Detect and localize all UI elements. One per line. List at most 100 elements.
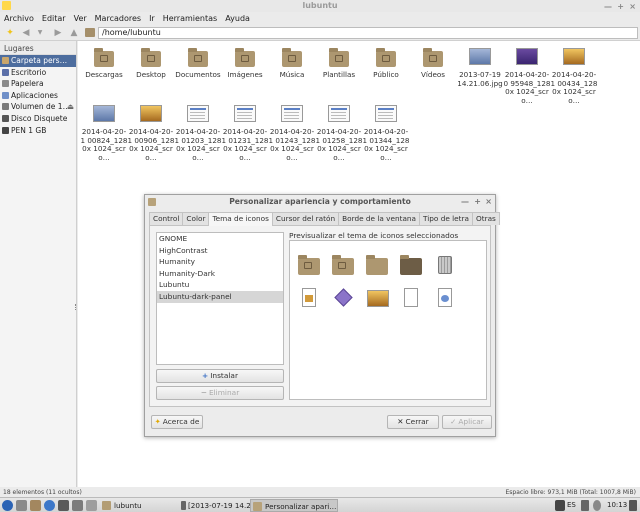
file-name: Público	[373, 70, 399, 79]
network-icon[interactable]	[555, 500, 565, 511]
trash-icon	[2, 80, 9, 88]
folder-item[interactable]: Descargas	[80, 45, 128, 80]
folder-item[interactable]: Plantillas	[315, 45, 363, 80]
theme-item-lubuntu-dark-panel[interactable]: Lubuntu-dark-panel	[157, 290, 283, 303]
install-button[interactable]: + Instalar	[156, 369, 284, 383]
update-icon[interactable]	[593, 500, 601, 511]
file-name: 2014-04-20-1 01258_1280x 1024_scro…	[315, 127, 363, 162]
about-button[interactable]: ✦ Acerca de	[151, 415, 203, 429]
icon-theme-list[interactable]: GNOME HighContrast Humanity Humanity-Dar…	[156, 232, 284, 365]
workspace-2-icon[interactable]	[72, 500, 83, 511]
file-item[interactable]: 2014-04-20-1 01203_1280x 1024_scro…	[174, 102, 222, 162]
task-appearance-dialog[interactable]: Personalizar apari…	[250, 499, 338, 512]
sidebar-item-volume[interactable]: Volumen de 1… ⏏	[0, 101, 76, 113]
image-thumbnail-icon	[280, 102, 304, 126]
sidebar-item-applications[interactable]: Aplicaciones	[0, 90, 76, 102]
volume-icon[interactable]	[581, 500, 589, 511]
clock[interactable]: 10:13	[607, 500, 627, 511]
file-item[interactable]: 2014-04-20-1 01243_1280x 1024_scro…	[268, 102, 316, 162]
task-lubuntu[interactable]: lubuntu	[100, 499, 180, 512]
eject-icon[interactable]: ⏏	[67, 101, 74, 113]
theme-item-gnome[interactable]: GNOME	[157, 233, 283, 245]
sidebar-item-home[interactable]: Carpeta pers…	[0, 55, 76, 67]
menu-archivo[interactable]: Archivo	[4, 14, 34, 23]
tab-panel: GNOME HighContrast Humanity Humanity-Dar…	[149, 225, 491, 407]
show-desktop-icon[interactable]	[16, 500, 27, 511]
keyboard-layout[interactable]: ES	[567, 500, 576, 511]
sidebar-item-trash[interactable]: Papelera	[0, 78, 76, 90]
back-history-icon[interactable]: ▼	[34, 27, 46, 39]
theme-item-humanity[interactable]: Humanity	[157, 256, 283, 268]
file-name: Descargas	[85, 70, 123, 79]
tab-other[interactable]: Otras	[471, 212, 500, 225]
remove-button[interactable]: − Eliminar	[156, 386, 284, 400]
image-thumbnail-icon	[374, 102, 398, 126]
menu-ir[interactable]: Ir	[149, 14, 155, 23]
image-thumbnail-icon	[233, 102, 257, 126]
dialog-minimize-button[interactable]: —	[461, 195, 469, 209]
menu-ver[interactable]: Ver	[74, 14, 87, 23]
web-browser-icon[interactable]	[44, 500, 55, 511]
sidebar-item-desktop[interactable]: Escritorio	[0, 67, 76, 79]
file-item[interactable]: 2014-04-20-1 00434_1280x 1024_scro…	[550, 45, 598, 105]
folder-icon	[92, 45, 116, 69]
tab-font[interactable]: Tipo de letra	[419, 212, 473, 225]
folder-item[interactable]: Documentos	[174, 45, 222, 80]
task-label: lubuntu	[114, 501, 142, 510]
places-dropdown[interactable]: Lugares	[0, 41, 76, 55]
screenshot-icon[interactable]	[86, 500, 97, 511]
power-icon[interactable]	[629, 500, 637, 511]
sidebar-resize-handle[interactable]	[75, 304, 77, 310]
tab-window-border[interactable]: Borde de la ventana	[338, 212, 421, 225]
dialog-close-button[interactable]: ×	[485, 195, 492, 209]
close-dialog-button[interactable]: ✕ Cerrar	[387, 415, 439, 429]
workspace-1-icon[interactable]	[58, 500, 69, 511]
file-item[interactable]: 2014-04-20-1 00906_1280x 1024_scro…	[127, 102, 175, 162]
toolbar: ✦ ◀ ▼ ▶ ▲ /home/lubuntu	[0, 25, 640, 41]
file-item[interactable]: 2014-04-20-1 01344_1280x 1024_scro…	[362, 102, 410, 162]
file-item[interactable]: 2014-04-20-1 01231_1280x 1024_scro…	[221, 102, 269, 162]
menu-herramientas[interactable]: Herramientas	[163, 14, 218, 23]
up-icon[interactable]: ▲	[68, 27, 80, 39]
back-icon[interactable]: ◀	[20, 27, 32, 39]
menu-marcadores[interactable]: Marcadores	[95, 14, 141, 23]
file-item[interactable]: 2014-04-20-0 95948_1280x 1024_scro…	[503, 45, 551, 105]
file-item[interactable]: 2013-07-19 14.21.06.jpg	[456, 45, 504, 88]
folder-item[interactable]: Imágenes	[221, 45, 269, 80]
forward-icon[interactable]: ▶	[52, 27, 64, 39]
tab-mouse-cursor[interactable]: Cursor del ratón	[271, 212, 340, 225]
menu-editar[interactable]: Editar	[42, 14, 66, 23]
task-image-viewer[interactable]: [2013-07-19 14.2…	[180, 499, 250, 512]
new-tab-icon[interactable]: ✦	[4, 27, 16, 39]
sidebar-item-pen[interactable]: PEN 1 GB	[0, 125, 76, 137]
dialog-maximize-button[interactable]: +	[474, 195, 481, 209]
folder-icon	[102, 501, 111, 510]
theme-item-highcontrast[interactable]: HighContrast	[157, 245, 283, 257]
tab-control[interactable]: Control	[149, 212, 184, 225]
start-menu-icon[interactable]	[2, 500, 13, 511]
sidebar: Lugares Carpeta pers… Escritorio Papeler…	[0, 41, 77, 487]
theme-item-lubuntu[interactable]: Lubuntu	[157, 279, 283, 291]
folder-item[interactable]: Música	[268, 45, 316, 80]
appearance-dialog: Personalizar apariencia y comportamiento…	[144, 194, 500, 437]
about-label: Acerca de	[162, 417, 200, 426]
file-manager-icon[interactable]	[30, 500, 41, 511]
app-icon	[2, 1, 11, 10]
file-item[interactable]: 2014-04-20-1 00824_1280x 1024_scro…	[80, 102, 128, 162]
vector-image-icon	[332, 287, 354, 309]
text-document-icon	[400, 287, 422, 309]
folder-item[interactable]: Público	[362, 45, 410, 80]
image-thumbnail-icon	[515, 45, 539, 69]
theme-item-humanity-dark[interactable]: Humanity-Dark	[157, 268, 283, 280]
sidebar-item-floppy[interactable]: Disco Disquete	[0, 113, 76, 125]
html-document-icon	[434, 287, 456, 309]
menu-ayuda[interactable]: Ayuda	[225, 14, 250, 23]
file-item[interactable]: 2014-04-20-1 01258_1280x 1024_scro…	[315, 102, 363, 162]
apply-button[interactable]: ✓ Aplicar	[442, 415, 492, 429]
folder-item[interactable]: Desktop	[127, 45, 175, 80]
tab-color[interactable]: Color	[182, 212, 210, 225]
folder-item[interactable]: Vídeos	[409, 45, 457, 80]
tab-icon-theme[interactable]: Tema de iconos	[208, 212, 273, 226]
folder-icon	[85, 28, 95, 37]
location-input[interactable]: /home/lubuntu	[98, 27, 638, 39]
